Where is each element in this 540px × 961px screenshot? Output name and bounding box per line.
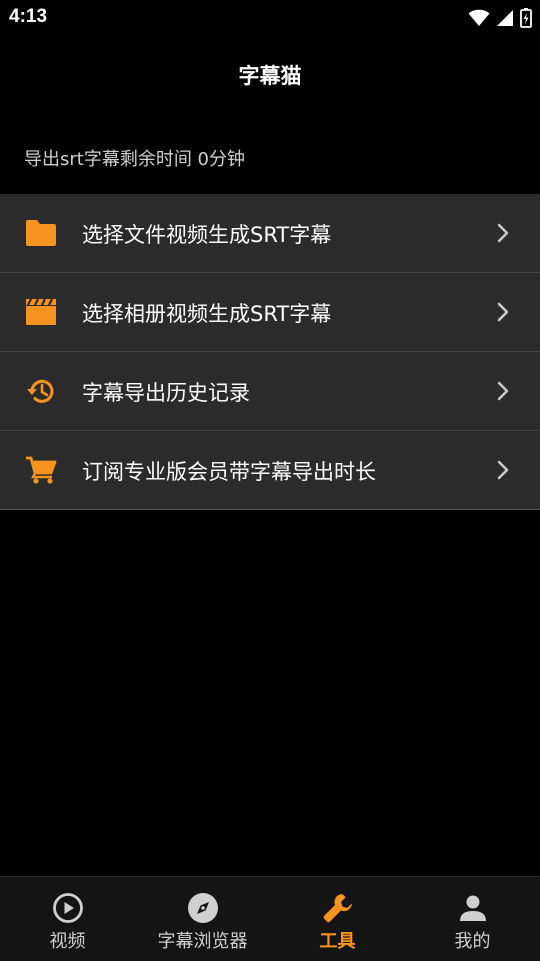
tab-label: 工具 <box>319 931 356 952</box>
tab-subtitle-browser[interactable]: 字幕浏览器 <box>135 877 270 961</box>
battery-icon <box>520 8 532 28</box>
tab-mine[interactable]: 我的 <box>405 877 540 961</box>
compass-icon <box>187 893 218 923</box>
tab-label: 我的 <box>454 931 491 952</box>
tab-tools[interactable]: 工具 <box>270 877 405 961</box>
tab-video[interactable]: 视频 <box>0 877 135 961</box>
wifi-icon <box>468 9 490 27</box>
tab-label: 字幕浏览器 <box>157 931 248 952</box>
menu-item-label: 字幕导出历史记录 <box>82 381 250 405</box>
chevron-right-icon <box>497 460 509 480</box>
bottom-nav: 视频 字幕浏览器 工具 我的 <box>0 876 540 961</box>
page-title: 字幕猫 <box>238 64 302 88</box>
status-icons <box>468 7 532 29</box>
play-circle-icon <box>52 893 83 923</box>
chevron-right-icon <box>497 223 509 243</box>
menu-item-label: 订阅专业版会员带字幕导出时长 <box>82 460 376 484</box>
folder-icon <box>26 220 56 246</box>
cart-icon <box>26 456 57 484</box>
signal-icon <box>497 10 513 26</box>
chevron-right-icon <box>497 381 509 401</box>
tools-menu: 选择文件视频生成SRT字幕 选择相册视频生成SRT字幕 字幕导出历史记录 订阅专… <box>0 194 540 510</box>
menu-item-select-album-video[interactable]: 选择相册视频生成SRT字幕 <box>0 273 540 352</box>
person-icon <box>459 895 486 921</box>
clapperboard-icon <box>26 298 56 325</box>
chevron-right-icon <box>497 302 509 322</box>
menu-item-subscribe-pro[interactable]: 订阅专业版会员带字幕导出时长 <box>0 431 540 510</box>
tab-label: 视频 <box>49 931 86 952</box>
status-time: 4:13 <box>9 6 48 27</box>
menu-item-export-history[interactable]: 字幕导出历史记录 <box>0 352 540 431</box>
remaining-time-text: 导出srt字幕剩余时间 0分钟 <box>24 149 246 170</box>
history-icon <box>27 379 54 403</box>
wrench-icon <box>323 894 352 923</box>
status-bar: 4:13 <box>0 0 540 36</box>
menu-item-label: 选择文件视频生成SRT字幕 <box>82 223 332 247</box>
menu-item-select-file-video[interactable]: 选择文件视频生成SRT字幕 <box>0 194 540 273</box>
menu-item-label: 选择相册视频生成SRT字幕 <box>82 302 332 326</box>
